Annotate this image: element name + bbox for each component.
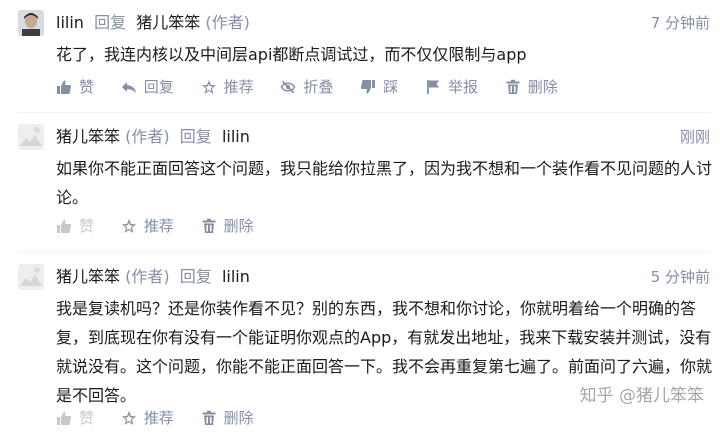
comment-header: 猪儿笨笨 (作者) 回复 lilin 刚刚: [56, 123, 710, 151]
comment-text: 花了，我连内核以及中间层api都断点调试过，而不仅仅限制与app: [56, 45, 527, 64]
recommend-label: 推荐: [143, 409, 174, 427]
thumbs-up-icon: [57, 411, 72, 425]
reply-label: 回复: [179, 127, 212, 146]
trash-icon: [506, 79, 520, 94]
comment-time: 5 分钟前: [650, 268, 710, 286]
reply-button[interactable]: 回复: [121, 76, 174, 97]
comment-header: 猪儿笨笨 (作者) 回复 lilin 5 分钟前: [56, 263, 710, 291]
watermark: 知乎 @猪儿笨笨: [579, 386, 704, 406]
avatar[interactable]: [18, 10, 44, 36]
author-name[interactable]: lilin: [56, 13, 84, 32]
author-name[interactable]: 猪儿笨笨: [56, 267, 120, 286]
delete-label: 删除: [223, 409, 254, 427]
reply-to-name[interactable]: lilin: [222, 267, 250, 286]
avatar[interactable]: [18, 124, 44, 150]
reply-arrow-icon: [121, 81, 136, 93]
star-icon: [121, 218, 136, 233]
eye-off-icon: [280, 80, 296, 93]
trash-icon: [202, 410, 216, 425]
comment-actions: 赞 推荐 删除: [56, 215, 276, 239]
reply-button-label: 回复: [143, 78, 174, 96]
thumbs-down-icon: [361, 79, 376, 93]
recommend-button[interactable]: 推荐: [121, 407, 174, 428]
like-label: 赞: [79, 78, 95, 96]
reply-to-name[interactable]: 猪儿笨笨: [136, 13, 200, 32]
divider: [18, 112, 710, 113]
recommend-label: 推荐: [223, 78, 254, 96]
reply-to-name[interactable]: lilin: [222, 127, 250, 146]
reply-label: 回复: [179, 267, 212, 286]
delete-button[interactable]: 删除: [505, 76, 558, 97]
comment-time: 刚刚: [679, 128, 710, 146]
delete-label: 删除: [223, 217, 254, 235]
comment-header: lilin 回复 猪儿笨笨 (作者) 7 分钟前: [56, 9, 710, 37]
dislike-label: 踩: [383, 78, 399, 96]
author-tag: (作者): [125, 267, 170, 286]
author-tag: (作者): [125, 127, 170, 146]
author-tag: (作者): [205, 13, 250, 32]
dislike-button[interactable]: 踩: [360, 76, 398, 97]
reply-label: 回复: [94, 13, 127, 32]
delete-button[interactable]: 删除: [201, 407, 254, 428]
trash-icon: [202, 218, 216, 233]
like-label: 赞: [79, 409, 95, 427]
recommend-button[interactable]: 推荐: [121, 215, 174, 236]
comment-actions: 赞 回复 推荐 折叠 踩 举报 删除: [56, 76, 580, 100]
author-name[interactable]: 猪儿笨笨: [56, 127, 120, 146]
like-button[interactable]: 赞: [56, 76, 94, 97]
comment-text: 如果你不能正面回答这个问题，我只能给你拉黑了，因为我不想和一个装作看不见问题的人…: [56, 159, 713, 207]
flag-icon: [426, 79, 439, 94]
thumbs-up-icon: [57, 219, 72, 233]
thumbs-up-icon: [57, 80, 72, 94]
like-button[interactable]: 赞: [56, 407, 94, 428]
report-label: 举报: [447, 78, 478, 96]
comment-time: 7 分钟前: [650, 14, 710, 32]
collapse-button[interactable]: 折叠: [280, 76, 333, 97]
delete-button[interactable]: 删除: [201, 215, 254, 236]
report-button[interactable]: 举报: [425, 76, 478, 97]
star-icon: [121, 410, 136, 425]
recommend-button[interactable]: 推荐: [201, 76, 254, 97]
divider: [18, 252, 710, 253]
delete-label: 删除: [527, 78, 558, 96]
avatar[interactable]: [18, 264, 44, 290]
comment-actions: 赞 推荐 删除: [56, 407, 276, 431]
recommend-label: 推荐: [143, 217, 174, 235]
like-button[interactable]: 赞: [56, 215, 94, 236]
like-label: 赞: [79, 217, 95, 235]
star-icon: [201, 79, 216, 94]
collapse-label: 折叠: [303, 78, 334, 96]
